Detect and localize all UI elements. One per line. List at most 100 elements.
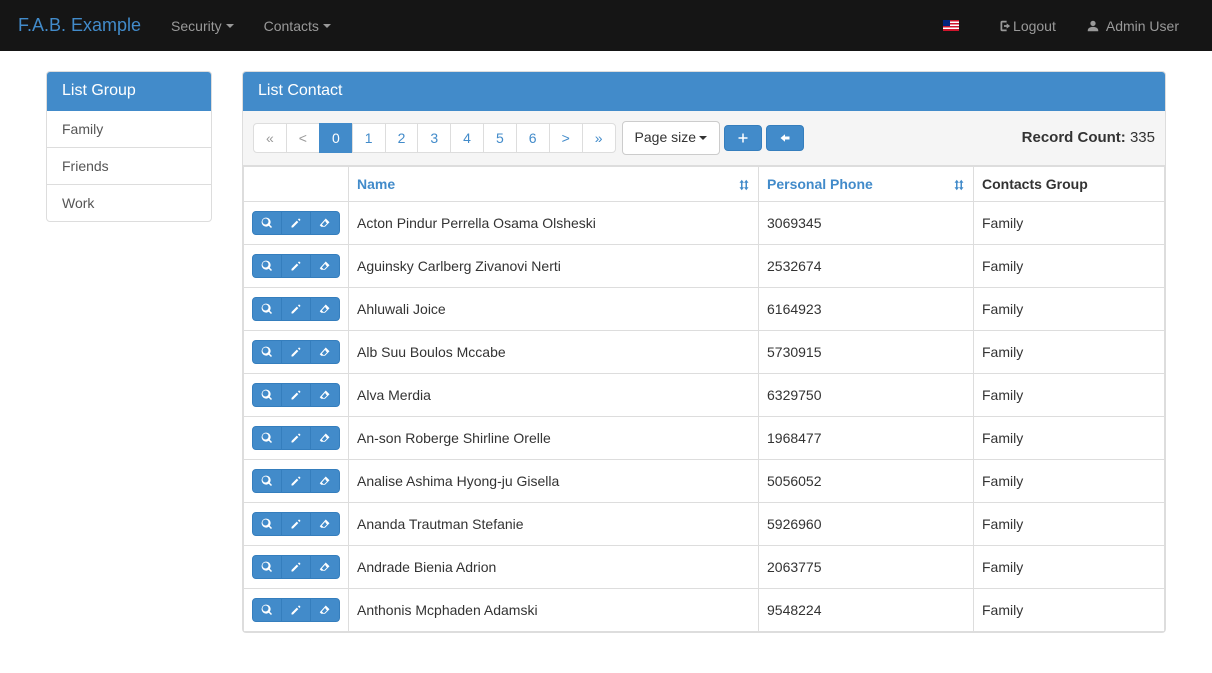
page-prev: <: [286, 123, 320, 153]
edit-button[interactable]: [281, 512, 311, 536]
show-button[interactable]: [252, 254, 282, 278]
cell-group: Family: [974, 416, 1165, 459]
page-size-label: Page size: [635, 128, 696, 148]
col-phone-link[interactable]: Personal Phone: [767, 176, 873, 192]
cell-name: Analise Ashima Hyong-ju Gisella: [349, 459, 759, 502]
edit-button[interactable]: [281, 383, 311, 407]
nav-menu-contacts[interactable]: Contacts: [249, 3, 346, 49]
page-last[interactable]: »: [582, 123, 616, 153]
row-actions: [244, 459, 349, 502]
col-personal-phone[interactable]: Personal Phone: [759, 166, 974, 201]
language-selector[interactable]: [928, 5, 982, 46]
edit-button[interactable]: [281, 426, 311, 450]
show-button[interactable]: [252, 598, 282, 622]
erase-icon: [319, 475, 331, 487]
show-button[interactable]: [252, 383, 282, 407]
add-button[interactable]: [724, 125, 762, 151]
erase-icon: [319, 346, 331, 358]
show-button[interactable]: [252, 211, 282, 235]
main-panel: List Contact «<0123456>» Page size Rec: [242, 71, 1166, 633]
cell-phone: 1968477: [759, 416, 974, 459]
table-body: Acton Pindur Perrella Osama Olsheski3069…: [244, 201, 1165, 631]
page-6[interactable]: 6: [516, 123, 550, 153]
edit-button[interactable]: [281, 469, 311, 493]
edit-button[interactable]: [281, 297, 311, 321]
page-4[interactable]: 4: [450, 123, 484, 153]
edit-button[interactable]: [281, 555, 311, 579]
edit-button[interactable]: [281, 211, 311, 235]
cell-group: Family: [974, 201, 1165, 244]
page-3[interactable]: 3: [417, 123, 451, 153]
show-button[interactable]: [252, 340, 282, 364]
logout-link[interactable]: Logout: [982, 3, 1071, 49]
logout-icon: [997, 19, 1011, 33]
edit-icon: [290, 475, 302, 487]
table-header-row: Name Personal Phone Contacts Group: [244, 166, 1165, 201]
main-content: List Contact «<0123456>» Page size Rec: [242, 71, 1166, 653]
delete-button[interactable]: [310, 426, 340, 450]
cell-name: Ananda Trautman Stefanie: [349, 502, 759, 545]
navbar-brand[interactable]: F.A.B. Example: [18, 0, 156, 51]
sidebar-item-friends[interactable]: Friends: [47, 147, 211, 184]
show-button[interactable]: [252, 512, 282, 536]
table-row: Analise Ashima Hyong-ju Gisella5056052Fa…: [244, 459, 1165, 502]
page-5[interactable]: 5: [483, 123, 517, 153]
show-button[interactable]: [252, 555, 282, 579]
user-label: Admin User: [1106, 18, 1179, 34]
page-next[interactable]: >: [549, 123, 583, 153]
col-name[interactable]: Name: [349, 166, 759, 201]
caret-down-icon: [226, 24, 234, 28]
sidebar-item-work[interactable]: Work: [47, 184, 211, 221]
delete-button[interactable]: [310, 211, 340, 235]
back-button[interactable]: [766, 125, 804, 151]
cell-group: Family: [974, 545, 1165, 588]
row-actions: [244, 201, 349, 244]
edit-button[interactable]: [281, 254, 311, 278]
page-first: «: [253, 123, 287, 153]
cell-phone: 3069345: [759, 201, 974, 244]
edit-icon: [290, 260, 302, 272]
logout-label: Logout: [1013, 18, 1056, 34]
page-1[interactable]: 1: [352, 123, 386, 153]
navbar-right: Logout Admin User: [928, 3, 1194, 49]
record-count: Record Count: 335: [1022, 129, 1155, 146]
record-count-label: Record Count:: [1022, 129, 1130, 146]
user-menu[interactable]: Admin User: [1071, 3, 1194, 49]
delete-button[interactable]: [310, 512, 340, 536]
nav-menu-security-label: Security: [171, 18, 222, 34]
show-button[interactable]: [252, 469, 282, 493]
delete-button[interactable]: [310, 555, 340, 579]
edit-icon: [290, 303, 302, 315]
page-2[interactable]: 2: [385, 123, 419, 153]
table-row: Ahluwali Joice6164923Family: [244, 287, 1165, 330]
show-button[interactable]: [252, 426, 282, 450]
cell-name: Anthonis Mcphaden Adamski: [349, 588, 759, 631]
row-actions: [244, 545, 349, 588]
row-actions: [244, 287, 349, 330]
table-row: An-son Roberge Shirline Orelle1968477Fam…: [244, 416, 1165, 459]
edit-button[interactable]: [281, 598, 311, 622]
pagination: «<0123456>»: [253, 123, 616, 153]
cell-group: Family: [974, 244, 1165, 287]
cell-group: Family: [974, 588, 1165, 631]
delete-button[interactable]: [310, 383, 340, 407]
search-icon: [261, 475, 273, 487]
page-0[interactable]: 0: [319, 123, 353, 153]
delete-button[interactable]: [310, 254, 340, 278]
sidebar-item-family[interactable]: Family: [47, 111, 211, 147]
sidebar-list-group: FamilyFriendsWork: [47, 111, 211, 221]
sidebar-panel: List Group FamilyFriendsWork: [46, 71, 212, 222]
nav-menu-security[interactable]: Security: [156, 3, 249, 49]
delete-button[interactable]: [310, 297, 340, 321]
col-name-link[interactable]: Name: [357, 176, 395, 192]
page-size-button[interactable]: Page size: [622, 121, 720, 155]
delete-button[interactable]: [310, 598, 340, 622]
search-icon: [261, 346, 273, 358]
show-button[interactable]: [252, 297, 282, 321]
delete-button[interactable]: [310, 340, 340, 364]
delete-button[interactable]: [310, 469, 340, 493]
sort-icon: [953, 176, 965, 192]
plus-icon: [737, 132, 749, 144]
table-row: Alb Suu Boulos Mccabe5730915Family: [244, 330, 1165, 373]
edit-button[interactable]: [281, 340, 311, 364]
